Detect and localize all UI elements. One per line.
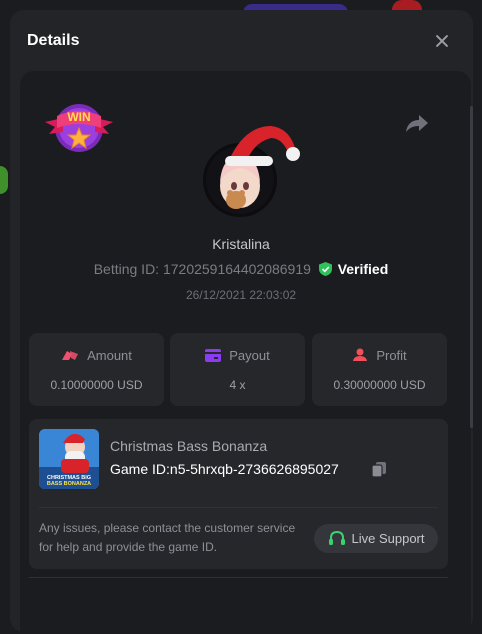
win-badge-text: WIN bbox=[67, 110, 90, 124]
game-id-label: Game ID: bbox=[110, 461, 170, 477]
game-thumbnail-icon: CHRISTMAS BIG BASS BONANZA bbox=[39, 429, 99, 489]
copy-icon[interactable] bbox=[371, 461, 387, 477]
game-id-row: Game ID:n5-5hrxqb-2736626895027 bbox=[110, 461, 339, 477]
stat-profit-value: 0.30000000 USD bbox=[333, 378, 426, 392]
card-divider bbox=[39, 507, 438, 508]
betting-id: 1720259164402086919 bbox=[162, 261, 311, 277]
santa-hat-icon bbox=[225, 126, 300, 166]
modal-title: Details bbox=[27, 32, 80, 49]
stat-amount-label: Amount bbox=[87, 348, 132, 363]
bottom-divider bbox=[29, 577, 448, 578]
amount-icon bbox=[62, 351, 79, 360]
username: Kristalina bbox=[212, 236, 270, 252]
stat-payout-value: 4 x bbox=[229, 378, 246, 392]
stat-amount-value: 0.10000000 USD bbox=[50, 378, 143, 392]
bet-date: 26/12/2021 22:03:02 bbox=[185, 288, 297, 302]
stat-payout-label: Payout bbox=[229, 348, 270, 363]
verified-shield-icon bbox=[318, 262, 332, 276]
game-card: CHRISTMAS BIG BASS BONANZA Christmas Bas… bbox=[29, 419, 448, 569]
support-message: Any issues, please contact the customer … bbox=[39, 521, 296, 554]
live-support-label: Live Support bbox=[351, 531, 425, 546]
betting-id-label: Betting ID: bbox=[93, 261, 160, 277]
details-modal: Details WIN Kristalina Betting ID: 17202… bbox=[10, 10, 473, 632]
stat-profit: Profit 0.30000000 USD bbox=[312, 333, 447, 406]
stat-payout: Payout 4 x bbox=[170, 333, 305, 406]
game-id: n5-5hrxqb-2736626895027 bbox=[169, 461, 339, 477]
background-green-element bbox=[0, 166, 8, 194]
game-thumbnail[interactable]: CHRISTMAS BIG BASS BONANZA bbox=[39, 429, 99, 489]
verified-label: Verified bbox=[337, 261, 389, 277]
stat-profit-label: Profit bbox=[376, 348, 407, 363]
live-support-button[interactable]: Live Support bbox=[314, 524, 438, 553]
betting-id-row: Betting ID: 1720259164402086919 Verified bbox=[10, 261, 472, 277]
stat-amount: Amount 0.10000000 USD bbox=[29, 333, 164, 406]
svg-text:BASS BONANZA: BASS BONANZA bbox=[47, 481, 91, 487]
share-icon[interactable] bbox=[404, 112, 430, 134]
payout-icon bbox=[205, 349, 222, 362]
game-name[interactable]: Christmas Bass Bonanza bbox=[110, 438, 267, 454]
close-icon[interactable] bbox=[433, 32, 451, 50]
win-badge-icon: WIN bbox=[45, 104, 113, 152]
headset-icon bbox=[328, 530, 345, 545]
profit-icon bbox=[353, 348, 368, 361]
